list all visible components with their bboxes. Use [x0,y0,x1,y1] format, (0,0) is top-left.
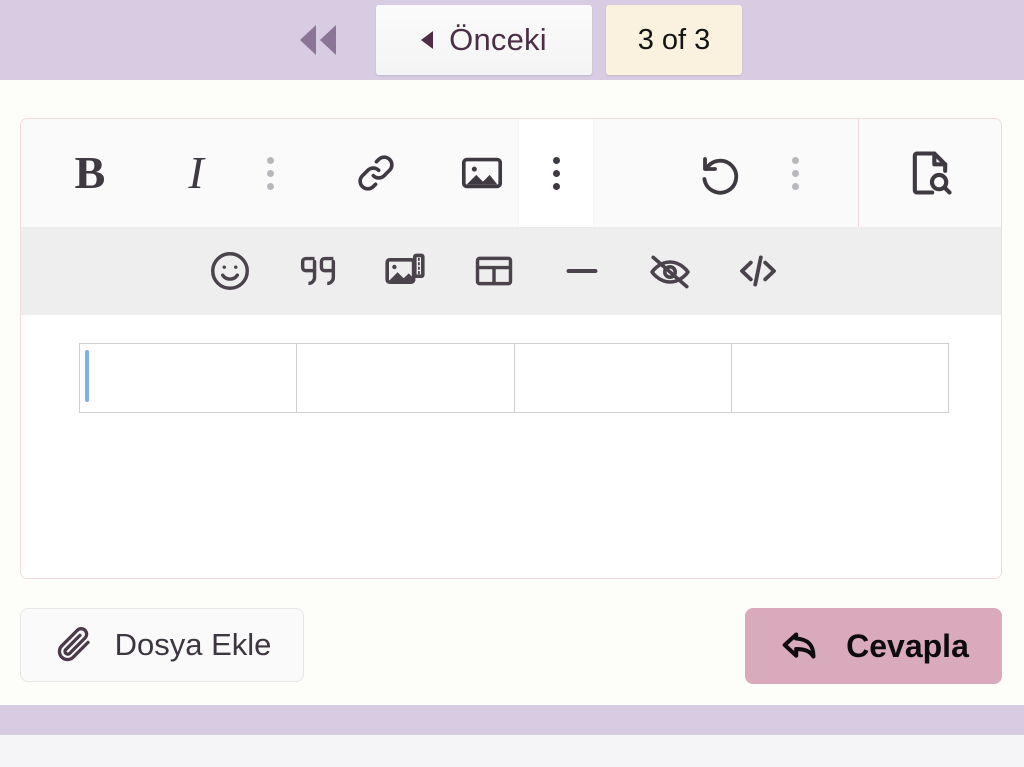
italic-button[interactable]: I [159,119,233,227]
smiley-icon [207,248,253,294]
minus-icon [559,248,605,294]
preview-button[interactable] [859,119,1001,227]
gallery-button[interactable] [369,227,443,315]
text-caret [85,350,89,402]
reply-button-label: Cevapla [846,628,969,665]
code-icon [734,247,782,295]
table-cell-1[interactable] [80,344,297,413]
text-more-button[interactable] [233,119,307,227]
history-more-button[interactable] [758,119,832,227]
rich-text-editor: B I [20,118,1002,579]
paperclip-icon [53,624,95,666]
image-icon [459,150,505,196]
spoiler-button[interactable] [633,227,707,315]
content-table[interactable] [79,343,949,413]
page-counter-badge: 3 of 3 [606,5,742,75]
media-gallery-icon [382,247,430,295]
document-search-icon [904,147,956,199]
reply-button[interactable]: Cevapla [745,608,1002,684]
undo-button[interactable] [684,119,758,227]
horizontal-rule-button[interactable] [545,227,619,315]
editor-content-area[interactable] [21,315,1001,578]
quote-icon [295,248,341,294]
reply-arrow-icon [778,623,824,669]
action-bar: Dosya Ekle Cevapla [0,608,1024,684]
eye-off-icon [646,247,694,295]
previous-button-label: Önceki [449,22,547,58]
insert-more-button[interactable] [519,119,593,227]
kebab-menu-icon [553,157,560,190]
bottom-page-background [0,735,1024,767]
editor-toolbar-row-1: B I [21,119,1001,227]
bold-icon: B [75,150,106,196]
editor-toolbar-row-2 [21,227,1001,315]
table-row[interactable] [80,344,949,413]
quote-button[interactable] [281,227,355,315]
kebab-menu-icon [792,157,799,190]
bold-button[interactable]: B [53,119,127,227]
attach-file-label: Dosya Ekle [115,627,272,663]
triangle-left-icon [421,31,433,49]
table-cell-3[interactable] [514,344,731,413]
emoji-button[interactable] [193,227,267,315]
table-icon [471,248,517,294]
app-root: Önceki 3 of 3 B I [0,0,1024,767]
editor-toolbar-main-group: B I [21,119,859,227]
top-navigation-bar: Önceki 3 of 3 [0,0,1024,80]
image-button[interactable] [445,119,519,227]
table-button[interactable] [457,227,531,315]
previous-button[interactable]: Önceki [376,5,592,75]
link-icon [353,150,399,196]
link-button[interactable] [339,119,413,227]
rewind-double-left-icon[interactable] [282,9,354,71]
attach-file-button[interactable]: Dosya Ekle [20,608,304,682]
italic-icon: I [188,150,203,196]
table-cell-2[interactable] [297,344,514,413]
table-cell-4[interactable] [731,344,948,413]
code-button[interactable] [721,227,795,315]
bottom-accent-strip [0,705,1024,735]
undo-icon [697,149,745,197]
kebab-menu-icon [267,157,274,190]
